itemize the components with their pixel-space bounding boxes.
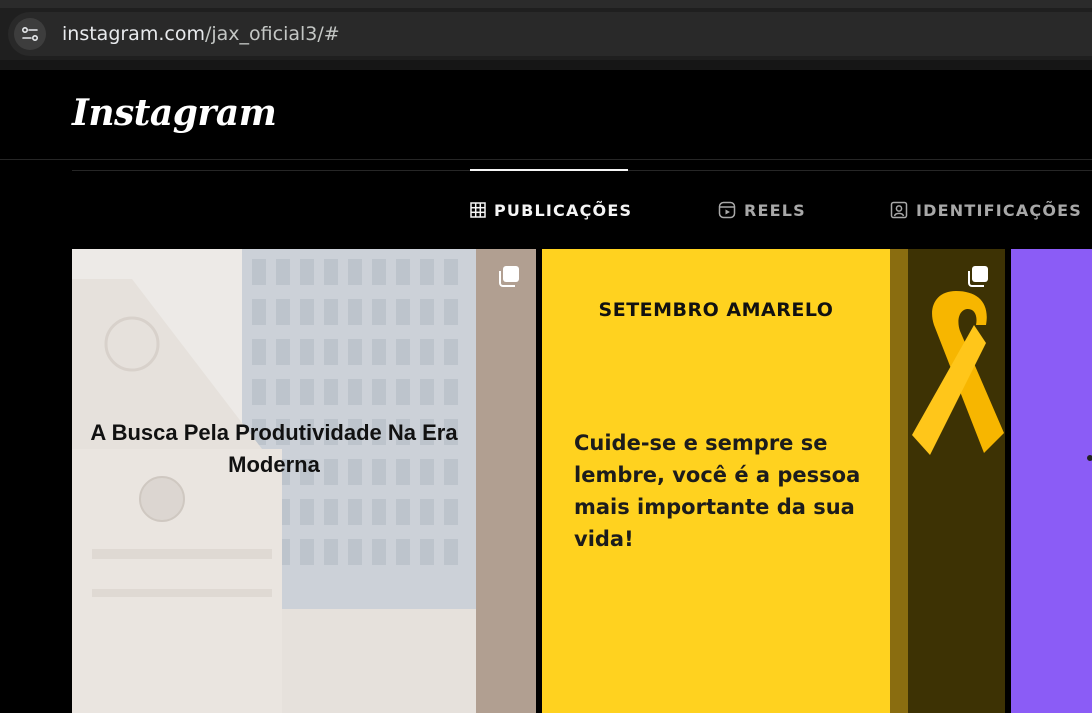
post-title-text: A Busca Pela Produtividade Na Era Modern…: [90, 420, 458, 477]
grid-icon: [470, 202, 486, 218]
site-settings-icon[interactable]: [14, 18, 46, 50]
post-thumbnail-partial[interactable]: [1011, 249, 1092, 713]
tab-reels-label: REELS: [744, 200, 806, 220]
post-dot-mark: [1087, 455, 1092, 461]
reels-icon: [718, 201, 736, 219]
instagram-header: Instagram: [0, 70, 1092, 160]
url-text[interactable]: instagram.com/jax_oficial3/#: [62, 23, 340, 45]
building-background-image: [72, 249, 476, 713]
browser-separator: [0, 60, 1092, 70]
omnibox[interactable]: instagram.com/jax_oficial3/#: [8, 12, 1092, 56]
carousel-icon: [499, 266, 519, 287]
active-tab-indicator: [470, 169, 628, 171]
tab-tagged[interactable]: IDENTIFICAÇÕES: [890, 198, 1082, 222]
post-body-text: Cuide-se e sempre se lembre, você é a pe…: [574, 431, 861, 551]
post-thumbnail-productivity[interactable]: A Busca Pela Produtividade Na Era Modern…: [72, 249, 536, 713]
post-thumbnail-setembro-amarelo[interactable]: SETEMBRO AMARELO Cuide-se e sempre se le…: [542, 249, 1005, 713]
post-side-panel: [476, 249, 536, 713]
tab-posts[interactable]: PUBLICAÇÕES: [470, 198, 632, 222]
url-host: instagram.com: [62, 23, 205, 45]
tab-tagged-label: IDENTIFICAÇÕES: [916, 200, 1083, 220]
instagram-logo[interactable]: Instagram: [72, 92, 277, 134]
tab-reels[interactable]: REELS: [718, 198, 806, 222]
tab-posts-label: PUBLICAÇÕES: [494, 200, 633, 220]
yellow-ribbon-icon: [912, 291, 1004, 455]
post-side-band: [890, 249, 908, 713]
carousel-icon: [968, 266, 988, 287]
post-heading-text: SETEMBRO AMARELO: [598, 299, 834, 321]
url-path: /jax_oficial3/#: [204, 23, 340, 45]
browser-address-bar: instagram.com/jax_oficial3/#: [0, 8, 1092, 60]
browser-top-strip: [0, 0, 1092, 8]
tagged-icon: [890, 201, 908, 219]
